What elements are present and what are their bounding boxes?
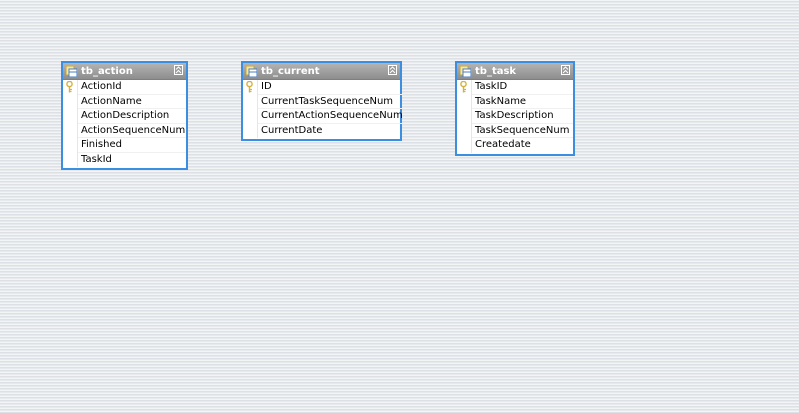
table-tb-action[interactable]: tb_action ActionId ActionName ActionDesc… [61, 61, 188, 170]
table-icon [245, 65, 258, 77]
field-name: Createdate [475, 139, 531, 150]
field-row[interactable]: CurrentDate [258, 124, 403, 139]
field-row[interactable]: ID [246, 80, 403, 95]
key-icon [460, 81, 467, 93]
field-row[interactable]: CurrentTaskSequenceNum [258, 95, 403, 109]
field-row[interactable]: Finished [78, 138, 186, 153]
field-name: TaskID [475, 81, 508, 92]
collapse-icon[interactable] [561, 65, 570, 75]
field-name: CurrentDate [261, 124, 323, 136]
field-row[interactable]: ActionDescription [78, 109, 186, 124]
table-icon [459, 65, 472, 77]
collapse-icon[interactable] [174, 65, 183, 75]
field-name: Finished [81, 139, 122, 150]
field-row[interactable]: CurrentActionSequenceNum [258, 109, 403, 124]
field-list: ActionId ActionName ActionDescription Ac… [63, 80, 186, 167]
field-name: ActionSequenceNum [81, 124, 186, 136]
field-name: ActionId [81, 81, 122, 92]
table-tb-task[interactable]: tb_task TaskID TaskName TaskDescription [455, 61, 575, 156]
field-name: CurrentActionSequenceNum [261, 110, 403, 121]
field-row[interactable]: Createdate [472, 138, 573, 153]
collapse-icon[interactable] [388, 65, 397, 75]
field-list: ID CurrentTaskSequenceNum CurrentActionS… [243, 80, 403, 139]
field-name: TaskId [81, 153, 112, 165]
field-row[interactable]: ActionId [66, 80, 186, 95]
field-name: ActionDescription [81, 110, 170, 121]
key-icon [66, 81, 73, 93]
field-row[interactable]: TaskID [460, 80, 573, 95]
field-name: TaskName [475, 95, 527, 107]
key-gutter [63, 80, 78, 167]
field-list: TaskID TaskName TaskDescription TaskSequ… [457, 80, 573, 153]
field-row[interactable]: TaskSequenceNum [472, 124, 573, 138]
table-title: tb_current [261, 65, 320, 77]
field-row[interactable]: TaskDescription [472, 109, 573, 124]
table-icon [65, 65, 78, 77]
field-row[interactable]: ActionSequenceNum [78, 124, 186, 138]
table-header[interactable]: tb_action [63, 63, 186, 80]
table-tb-current[interactable]: tb_current ID CurrentTaskSequenceNum Cur… [241, 61, 403, 141]
key-icon [246, 81, 253, 93]
table-title: tb_action [81, 65, 133, 77]
field-name: CurrentTaskSequenceNum [261, 95, 394, 107]
table-header[interactable]: tb_task [457, 63, 573, 80]
table-title: tb_task [475, 65, 517, 77]
field-name: TaskSequenceNum [475, 124, 570, 136]
field-name: ActionName [81, 95, 142, 107]
field-row[interactable]: ActionName [78, 95, 186, 109]
table-header[interactable]: tb_current [243, 63, 400, 80]
field-row[interactable]: TaskName [472, 95, 573, 109]
field-name: ID [261, 81, 272, 92]
field-name: TaskDescription [475, 110, 554, 121]
field-row[interactable]: TaskId [78, 153, 186, 168]
